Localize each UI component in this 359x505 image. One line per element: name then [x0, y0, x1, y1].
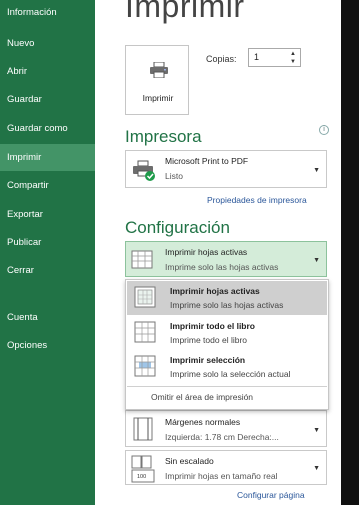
- workbook-icon: [134, 321, 156, 343]
- sheet-grid-icon: [131, 250, 153, 269]
- option-print-active-sheets[interactable]: Imprimir hojas activas Imprime solo las …: [127, 281, 327, 315]
- sidebar-item-cerrar[interactable]: Cerrar: [0, 259, 95, 283]
- window-edge: [341, 0, 359, 505]
- printer-select[interactable]: Microsoft Print to PDF Listo ▼: [125, 150, 327, 188]
- printer-icon: [150, 62, 168, 78]
- print-button[interactable]: Imprimir: [125, 45, 189, 115]
- print-scope-subtitle: Imprime solo las hojas activas: [165, 262, 279, 272]
- printer-status: Listo: [165, 171, 183, 181]
- option-subtitle: Imprime todo el libro: [170, 335, 248, 345]
- backstage-sidebar: Información Nuevo Abrir Guardar Guardar …: [0, 0, 95, 505]
- scaling-select[interactable]: 100 Sin escalado Imprimir hojas en tamañ…: [125, 450, 327, 485]
- print-scope-select[interactable]: Imprimir hojas activas Imprime solo las …: [125, 241, 327, 277]
- printer-ready-icon: [133, 160, 155, 181]
- option-print-whole-workbook[interactable]: Imprimir todo el libro Imprime todo el l…: [127, 316, 327, 350]
- scaling-icon-label: 100: [137, 474, 147, 480]
- margins-subtitle: Izquierda: 1.78 cm Derecha:...: [165, 432, 279, 442]
- omit-print-area-option[interactable]: Omitir el área de impresión: [151, 392, 253, 402]
- sidebar-item-guardar-como[interactable]: Guardar como: [0, 117, 95, 141]
- popup-divider: [127, 386, 327, 387]
- print-scope-title: Imprimir hojas activas: [165, 247, 248, 257]
- print-panel: Imprimir Imprimir Copias: 1 ▲ ▼ Impresor…: [95, 0, 341, 505]
- chevron-down-icon: ▼: [313, 465, 320, 472]
- sidebar-item-compartir[interactable]: Compartir: [0, 174, 95, 198]
- copies-value[interactable]: 1: [254, 52, 259, 62]
- sidebar-item-nuevo[interactable]: Nuevo: [0, 32, 95, 56]
- spin-down-icon[interactable]: ▼: [289, 58, 297, 66]
- copies-stepper[interactable]: 1 ▲ ▼: [248, 48, 301, 67]
- info-icon[interactable]: i: [319, 125, 329, 135]
- sidebar-item-cuenta[interactable]: Cuenta: [0, 306, 95, 330]
- scaling-subtitle: Imprimir hojas en tamaño real: [165, 471, 278, 481]
- printer-name: Microsoft Print to PDF: [165, 156, 249, 166]
- print-scope-popup: Imprimir hojas activas Imprime solo las …: [125, 279, 329, 410]
- sidebar-item-abrir[interactable]: Abrir: [0, 60, 95, 84]
- spin-up-icon[interactable]: ▲: [289, 50, 297, 58]
- option-print-selection[interactable]: Imprimir selección Imprime solo la selec…: [127, 350, 327, 384]
- scaling-title: Sin escalado: [165, 456, 214, 466]
- option-subtitle: Imprime solo las hojas activas: [170, 300, 284, 310]
- sidebar-item-opciones[interactable]: Opciones: [0, 334, 95, 358]
- page-setup-link[interactable]: Configurar página: [237, 490, 305, 500]
- sidebar-item-publicar[interactable]: Publicar: [0, 231, 95, 255]
- chevron-down-icon: ▼: [313, 167, 320, 174]
- option-title: Imprimir hojas activas: [170, 286, 260, 296]
- sidebar-item-informacion[interactable]: Información: [0, 1, 95, 25]
- sidebar-item-exportar[interactable]: Exportar: [0, 203, 95, 227]
- printer-heading: Impresora: [125, 127, 202, 146]
- sidebar-item-guardar[interactable]: Guardar: [0, 88, 95, 112]
- chevron-down-icon: ▼: [313, 427, 320, 434]
- margins-title: Márgenes normales: [165, 417, 241, 427]
- page-title: Imprimir: [125, 0, 245, 24]
- copies-label: Copias:: [206, 54, 237, 64]
- option-title: Imprimir selección: [170, 355, 246, 365]
- margins-select[interactable]: Márgenes normales Izquierda: 1.78 cm Der…: [125, 410, 327, 447]
- active-sheets-icon: [134, 286, 156, 308]
- option-title: Imprimir todo el libro: [170, 321, 256, 331]
- chevron-down-icon: ▼: [313, 257, 320, 264]
- option-subtitle: Imprime solo la selección actual: [170, 369, 291, 379]
- printer-properties-link[interactable]: Propiedades de impresora: [207, 195, 307, 205]
- selection-icon: [134, 355, 156, 377]
- print-button-label: Imprimir: [142, 93, 174, 103]
- sidebar-item-imprimir[interactable]: Imprimir: [0, 144, 95, 171]
- config-heading: Configuración: [125, 218, 230, 237]
- margins-icon: [133, 417, 153, 441]
